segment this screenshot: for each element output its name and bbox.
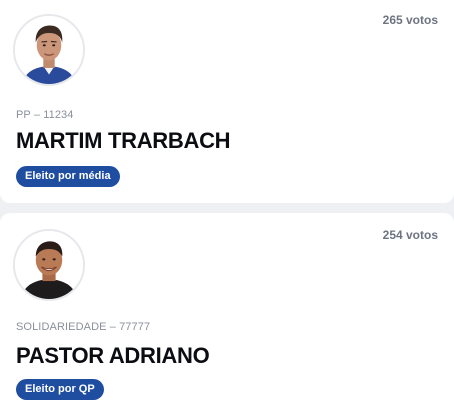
- election-status-badge: Eleito por média: [16, 166, 120, 187]
- candidate-card[interactable]: 265 votos PP – 11234 MARTIM TRARBACH Ele…: [0, 0, 454, 203]
- candidate-name: PASTOR ADRIANO: [16, 343, 210, 368]
- election-status-badge: Eleito por QP: [16, 379, 104, 400]
- candidate-name: MARTIM TRARBACH: [16, 128, 231, 153]
- candidate-card[interactable]: 254 votos SOLIDARIEDADE – 77777 PASTOR A…: [0, 213, 454, 416]
- candidate-list: 265 votos PP – 11234 MARTIM TRARBACH Ele…: [0, 0, 454, 416]
- vote-count: 254 votos: [382, 228, 438, 242]
- vote-count: 265 votos: [382, 13, 438, 27]
- man-portrait-icon: [15, 231, 83, 299]
- candidate-photo: [13, 229, 85, 301]
- man-portrait-icon: [15, 16, 83, 84]
- party-number: PP – 11234: [16, 109, 74, 121]
- candidate-photo: [13, 14, 85, 86]
- party-number: SOLIDARIEDADE – 77777: [16, 321, 151, 333]
